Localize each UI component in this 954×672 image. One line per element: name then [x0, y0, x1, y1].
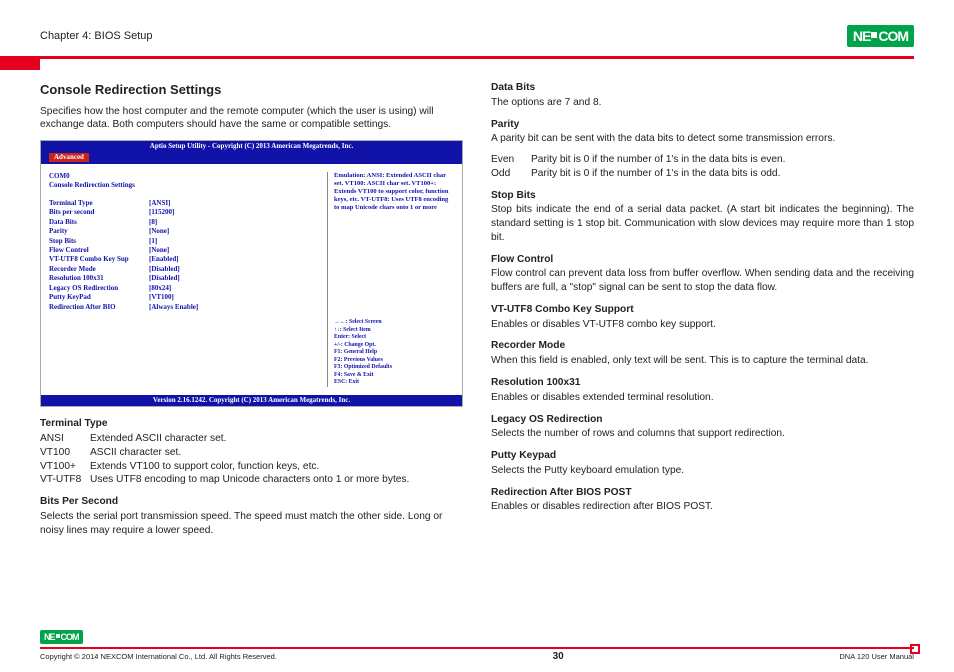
- heading-bits-per-second: Bits Per Second: [40, 495, 463, 509]
- bios-row-label: Legacy OS Redirection: [49, 284, 149, 293]
- text-vt-utf8: Enables or disables VT-UTF8 combo key su…: [491, 318, 914, 332]
- heading-legacy-os: Legacy OS Redirection: [491, 413, 914, 427]
- parity-val: Parity bit is 0 if the number of 1's in …: [531, 153, 786, 167]
- text-recorder-mode: When this field is enabled, only text wi…: [491, 354, 914, 368]
- bios-row-value: [1]: [149, 237, 157, 246]
- tt-key: VT-UTF8: [40, 473, 90, 487]
- bios-row-value: [Enabled]: [149, 255, 179, 264]
- text-stop-bits: Stop bits indicate the end of a serial d…: [491, 203, 914, 244]
- bios-row-value: [8]: [149, 218, 157, 227]
- text-bits-per-second: Selects the serial port transmission spe…: [40, 510, 463, 538]
- bios-row-label: Putty KeyPad: [49, 293, 149, 302]
- doc-title: DNA 120 User Manual: [839, 652, 914, 661]
- bios-row-label: VT-UTF8 Combo Key Sup: [49, 255, 149, 264]
- heading-flow-control: Flow Control: [491, 253, 914, 267]
- text-flow-control: Flow control can prevent data loss from …: [491, 267, 914, 295]
- bios-row-value: [115200]: [149, 208, 174, 217]
- tt-val: Extends VT100 to support color, function…: [90, 460, 319, 474]
- heading-resolution: Resolution 100x31: [491, 376, 914, 390]
- bios-row-value: [Always Enable]: [149, 303, 198, 312]
- text-redirection-after-bios: Enables or disables redirection after BI…: [491, 500, 914, 514]
- bios-row-label: Recorder Mode: [49, 265, 149, 274]
- bios-tab-advanced: Advanced: [49, 153, 89, 162]
- heading-data-bits: Data Bits: [491, 81, 914, 95]
- heading-vt-utf8: VT-UTF8 Combo Key Support: [491, 303, 914, 317]
- bios-row-value: [None]: [149, 246, 169, 255]
- heading-recorder-mode: Recorder Mode: [491, 339, 914, 353]
- tt-key: VT100+: [40, 460, 90, 474]
- bios-screenshot: Aptio Setup Utility - Copyright (C) 2013…: [40, 140, 463, 407]
- bios-row-value: [Disabled]: [149, 265, 180, 274]
- text-resolution: Enables or disables extended terminal re…: [491, 391, 914, 405]
- bios-help-text: Emulation: ANSI: Extended ASCII char set…: [334, 172, 454, 213]
- text-putty-keypad: Selects the Putty keyboard emulation typ…: [491, 464, 914, 478]
- bios-row-value: [ANSI]: [149, 199, 170, 208]
- heading-redirection-after-bios: Redirection After BIOS POST: [491, 486, 914, 500]
- copyright: Copyright © 2014 NEXCOM International Co…: [40, 652, 277, 661]
- bios-key-hints: →←: Select Screen↑↓: Select ItemEnter: S…: [334, 319, 454, 387]
- bios-version: Version 2.16.1242. Copyright (C) 2013 Am…: [41, 395, 462, 406]
- heading-stop-bits: Stop Bits: [491, 189, 914, 203]
- parity-val: Parity bit is 0 if the number of 1's in …: [531, 167, 780, 181]
- heading-parity: Parity: [491, 118, 914, 132]
- bios-row-label: Resolution 100x31: [49, 274, 149, 283]
- text-data-bits: The options are 7 and 8.: [491, 96, 914, 110]
- text-parity: A parity bit can be sent with the data b…: [491, 132, 914, 146]
- heading-terminal-type: Terminal Type: [40, 417, 463, 431]
- parity-key: Even: [491, 153, 531, 167]
- bios-row-value: [None]: [149, 227, 169, 236]
- tt-val: ASCII character set.: [90, 446, 181, 460]
- page-title: Console Redirection Settings: [40, 81, 463, 99]
- heading-putty-keypad: Putty Keypad: [491, 449, 914, 463]
- bios-row-value: [Disabled]: [149, 274, 180, 283]
- text-legacy-os: Selects the number of rows and columns t…: [491, 427, 914, 441]
- bios-row-label: Flow Control: [49, 246, 149, 255]
- bios-section: Console Redirection Settings: [49, 181, 321, 190]
- tt-key: VT100: [40, 446, 90, 460]
- tt-val: Extended ASCII character set.: [90, 432, 226, 446]
- tt-key: ANSI: [40, 432, 90, 446]
- intro-text: Specifies how the host computer and the …: [40, 105, 463, 133]
- logo-footer: NECOM: [40, 630, 83, 644]
- bios-row-label: Data Bits: [49, 218, 149, 227]
- bios-row-value: [VT100]: [149, 293, 174, 302]
- bios-row-label: Bits per second: [49, 208, 149, 217]
- bios-section: COM0: [49, 172, 321, 181]
- bios-row-label: Stop Bits: [49, 237, 149, 246]
- logo-top: NECOM: [847, 25, 914, 47]
- bios-row-label: Redirection After BIO: [49, 303, 149, 312]
- right-column: Data Bits The options are 7 and 8. Parit…: [491, 81, 914, 545]
- bios-row-label: Terminal Type: [49, 199, 149, 208]
- bios-row-value: [80x24]: [149, 284, 171, 293]
- chapter-label: Chapter 4: BIOS Setup: [40, 30, 153, 42]
- page-number: 30: [553, 651, 564, 662]
- tt-val: Uses UTF8 encoding to map Unicode charac…: [90, 473, 409, 487]
- bios-title: Aptio Setup Utility - Copyright (C) 2013…: [41, 141, 462, 152]
- parity-key: Odd: [491, 167, 531, 181]
- left-column: Console Redirection Settings Specifies h…: [40, 81, 463, 545]
- bios-row-label: Parity: [49, 227, 149, 236]
